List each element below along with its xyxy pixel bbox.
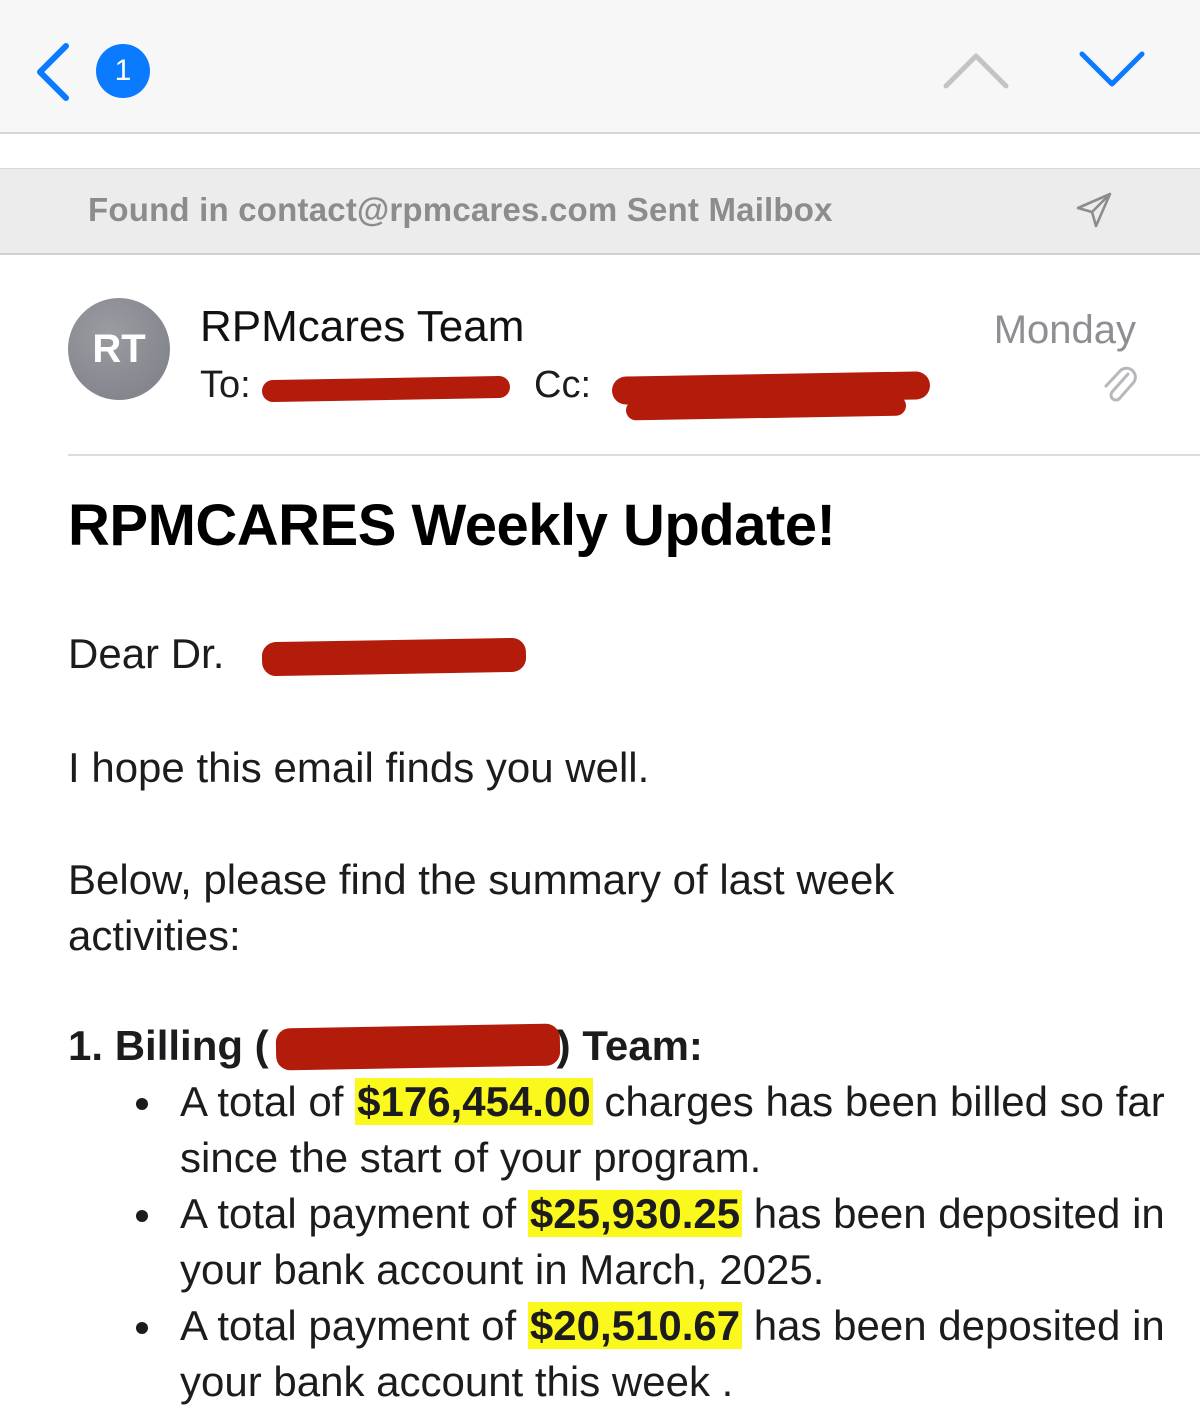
item-text-pre: A total of bbox=[180, 1078, 356, 1125]
redacted-doctor-name bbox=[261, 637, 527, 677]
header-divider bbox=[68, 454, 1200, 456]
item-text-pre: A total payment of bbox=[180, 1302, 528, 1349]
item-text-pre: A total payment of bbox=[180, 1190, 528, 1237]
nav-bar: 1 bbox=[0, 0, 1200, 134]
highlighted-amount: $20,510.67 bbox=[527, 1302, 743, 1349]
sender-avatar[interactable]: RT bbox=[68, 298, 170, 400]
chevron-up-icon bbox=[943, 53, 1009, 89]
redacted-recipient bbox=[261, 375, 511, 403]
next-message-button[interactable] bbox=[1078, 48, 1146, 92]
summary-intro: Below, please find the summary of last w… bbox=[68, 856, 895, 959]
list-item: A total of $176,454.00 charges has been … bbox=[136, 1074, 1170, 1186]
send-icon[interactable] bbox=[1074, 190, 1114, 230]
message-subject: RPMCARES Weekly Update! bbox=[68, 493, 836, 558]
highlighted-amount: $176,454.00 bbox=[355, 1078, 593, 1125]
mailbox-notice-banner[interactable]: Found in contact@rpmcares.com Sent Mailb… bbox=[0, 168, 1200, 255]
unread-count-badge: 1 bbox=[96, 44, 150, 98]
sender-name[interactable]: RPMcares Team bbox=[200, 302, 524, 352]
message-date: Monday bbox=[993, 308, 1136, 352]
list-item: A total payment of $20,510.67 has been d… bbox=[136, 1298, 1170, 1410]
cc-label: Cc: bbox=[534, 364, 591, 406]
highlighted-amount: $25,930.25 bbox=[527, 1190, 743, 1237]
list-item: A total payment of $25,930.25 has been d… bbox=[136, 1186, 1170, 1298]
paperclip-icon[interactable] bbox=[1098, 364, 1140, 406]
chevron-down-icon bbox=[1079, 51, 1145, 87]
back-button[interactable] bbox=[30, 40, 78, 104]
chevron-left-icon bbox=[37, 43, 69, 101]
billing-summary-list: A total of $176,454.00 charges has been … bbox=[136, 1074, 1170, 1410]
intro-line: I hope this email finds you well. bbox=[68, 744, 650, 791]
to-label: To: bbox=[200, 364, 251, 406]
greeting: Dear Dr. bbox=[68, 630, 225, 677]
previous-message-button[interactable] bbox=[942, 48, 1010, 92]
billing-title-end: ) Team: bbox=[556, 1022, 703, 1069]
redacted-cc-second bbox=[625, 395, 907, 421]
mailbox-notice-text: Found in contact@rpmcares.com Sent Mailb… bbox=[88, 191, 833, 228]
redacted-team-name bbox=[275, 1023, 561, 1071]
billing-title-start: 1. Billing ( bbox=[68, 1022, 269, 1069]
